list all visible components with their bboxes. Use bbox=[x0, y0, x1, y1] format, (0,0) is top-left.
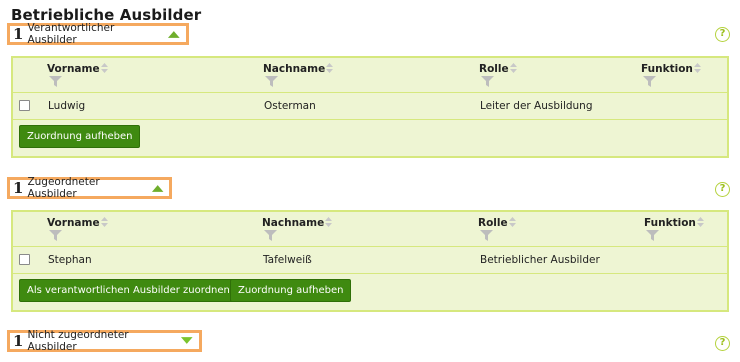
filter-icon[interactable] bbox=[646, 230, 659, 241]
column-header-vorname[interactable]: Vorname bbox=[47, 217, 108, 241]
zuordnung-aufheben-button[interactable]: Zuordnung aufheben bbox=[230, 279, 352, 302]
table-row[interactable]: Stephan Tafelweiß Betrieblicher Ausbilde… bbox=[13, 247, 727, 274]
grid-header: Vorname Nachname Rolle Funktion bbox=[13, 212, 727, 247]
button-bar: Zuordnung aufheben bbox=[13, 120, 727, 153]
table-row[interactable]: Ludwig Osterman Leiter der Ausbildung bbox=[13, 93, 727, 120]
cell-vorname: Stephan bbox=[48, 254, 92, 266]
row-checkbox[interactable] bbox=[19, 254, 30, 265]
sort-icon[interactable] bbox=[326, 63, 334, 73]
section-count: 1 bbox=[13, 331, 24, 350]
sort-icon[interactable] bbox=[693, 63, 701, 73]
column-label: Funktion bbox=[644, 217, 696, 229]
section-count: 1 bbox=[13, 178, 24, 197]
sort-icon[interactable] bbox=[325, 217, 333, 227]
section-count: 1 bbox=[13, 24, 24, 43]
cell-nachname: Osterman bbox=[264, 100, 316, 112]
filter-icon[interactable] bbox=[265, 76, 278, 87]
grid-verantwortlicher: Vorname Nachname Rolle Funktion Ludwig O… bbox=[11, 56, 729, 158]
column-header-nachname[interactable]: Nachname bbox=[262, 217, 333, 241]
column-header-vorname[interactable]: Vorname bbox=[47, 63, 108, 87]
cell-vorname: Ludwig bbox=[48, 100, 86, 112]
filter-icon[interactable] bbox=[643, 76, 656, 87]
section-header-zugeordneter[interactable]: 1 Zugeordneter Ausbilder bbox=[7, 176, 172, 200]
filter-icon[interactable] bbox=[264, 230, 277, 241]
sort-icon[interactable] bbox=[100, 217, 108, 227]
column-header-funktion[interactable]: Funktion bbox=[644, 217, 704, 241]
grid-zugeordneter: Vorname Nachname Rolle Funktion Stephan … bbox=[11, 210, 729, 312]
section-header-verantwortlicher[interactable]: 1 Verantwortlicher Ausbilder bbox=[7, 22, 189, 46]
column-header-rolle[interactable]: Rolle bbox=[478, 217, 516, 241]
section-label: Nicht zugeordneter Ausbilder bbox=[27, 329, 129, 353]
cell-nachname: Tafelweiß bbox=[263, 254, 312, 266]
column-label: Vorname bbox=[47, 217, 100, 229]
column-header-funktion[interactable]: Funktion bbox=[641, 63, 701, 87]
filter-icon[interactable] bbox=[480, 230, 493, 241]
row-checkbox[interactable] bbox=[19, 100, 30, 111]
filter-icon[interactable] bbox=[49, 76, 62, 87]
column-header-rolle[interactable]: Rolle bbox=[479, 63, 517, 87]
help-icon[interactable]: ? bbox=[715, 336, 730, 351]
column-label: Vorname bbox=[47, 63, 100, 75]
chevron-up-icon[interactable] bbox=[167, 29, 181, 39]
cell-rolle: Betrieblicher Ausbilder bbox=[480, 254, 600, 266]
column-header-nachname[interactable]: Nachname bbox=[263, 63, 334, 87]
sort-icon[interactable] bbox=[696, 217, 704, 227]
column-label: Funktion bbox=[641, 63, 693, 75]
als-verantwortlichen-zuordnen-button[interactable]: Als verantwortlichen Ausbilder zuordnen bbox=[19, 279, 238, 302]
button-bar: Als verantwortlichen Ausbilder zuordnen … bbox=[13, 274, 727, 307]
filter-icon[interactable] bbox=[49, 230, 62, 241]
column-label: Rolle bbox=[478, 217, 508, 229]
filter-icon[interactable] bbox=[481, 76, 494, 87]
column-label: Nachname bbox=[263, 63, 326, 75]
sort-icon[interactable] bbox=[508, 217, 516, 227]
section-label: Verantwortlicher Ausbilder bbox=[27, 22, 115, 46]
zuordnung-aufheben-button[interactable]: Zuordnung aufheben bbox=[19, 125, 141, 148]
help-icon[interactable]: ? bbox=[715, 182, 730, 197]
help-icon[interactable]: ? bbox=[715, 27, 730, 42]
sort-icon[interactable] bbox=[509, 63, 517, 73]
chevron-up-icon[interactable] bbox=[151, 183, 164, 193]
grid-header: Vorname Nachname Rolle Funktion bbox=[13, 58, 727, 93]
column-label: Rolle bbox=[479, 63, 509, 75]
column-label: Nachname bbox=[262, 217, 325, 229]
section-header-nicht-zugeordneter[interactable]: 1 Nicht zugeordneter Ausbilder bbox=[7, 329, 202, 353]
section-label: Zugeordneter Ausbilder bbox=[27, 176, 100, 200]
chevron-down-icon[interactable] bbox=[180, 336, 194, 346]
cell-rolle: Leiter der Ausbildung bbox=[480, 100, 593, 112]
sort-icon[interactable] bbox=[100, 63, 108, 73]
